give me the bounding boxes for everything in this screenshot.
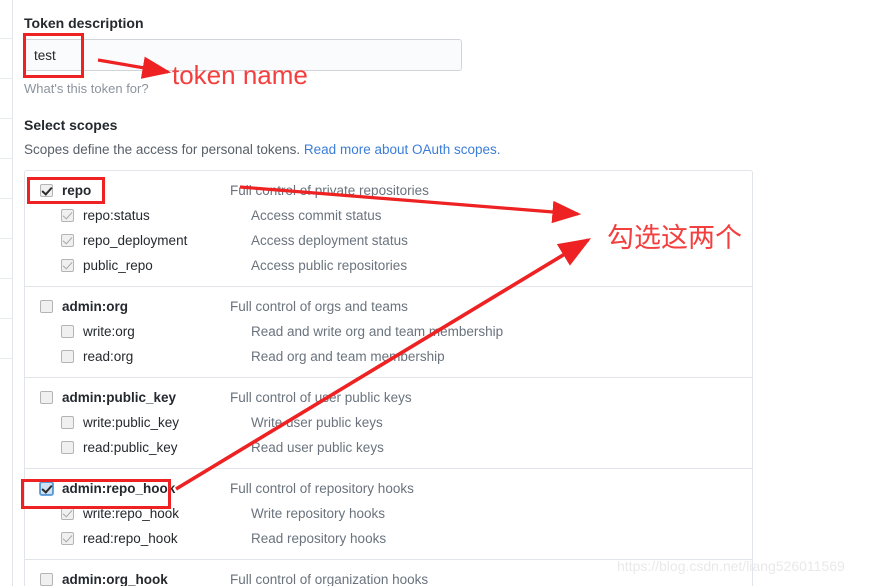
rail-divider bbox=[0, 358, 13, 359]
scope-name-label: admin:org_hook bbox=[62, 572, 230, 586]
scope-row-public_repo[interactable]: public_repoAccess public repositories bbox=[25, 253, 752, 278]
scope-name-label: repo_deployment bbox=[83, 233, 251, 248]
scope-description-label: Full control of orgs and teams bbox=[230, 299, 408, 314]
scope-row-read:org[interactable]: read:orgRead org and team membership bbox=[25, 344, 752, 369]
scope-row-admin:org[interactable]: admin:orgFull control of orgs and teams bbox=[25, 294, 752, 319]
checkbox-admin:org_hook[interactable] bbox=[40, 573, 53, 586]
checkbox-write:repo_hook[interactable] bbox=[61, 507, 74, 520]
scope-row-read:repo_hook[interactable]: read:repo_hookRead repository hooks bbox=[25, 526, 752, 551]
checkbox-public_repo[interactable] bbox=[61, 259, 74, 272]
scope-description-label: Full control of repository hooks bbox=[230, 481, 414, 496]
scope-row-write:repo_hook[interactable]: write:repo_hookWrite repository hooks bbox=[25, 501, 752, 526]
checkbox-read:org[interactable] bbox=[61, 350, 74, 363]
rail-divider bbox=[0, 78, 13, 79]
scope-description-label: Write user public keys bbox=[251, 415, 383, 430]
token-description-input[interactable] bbox=[24, 39, 462, 71]
checkbox-admin:org[interactable] bbox=[40, 300, 53, 313]
rail-divider bbox=[0, 38, 13, 39]
scope-group: repoFull control of private repositories… bbox=[25, 171, 752, 287]
scope-name-label: read:public_key bbox=[83, 440, 251, 455]
scope-row-write:public_key[interactable]: write:public_keyWrite user public keys bbox=[25, 410, 752, 435]
select-scopes-heading: Select scopes bbox=[24, 117, 117, 133]
scope-name-label: write:org bbox=[83, 324, 251, 339]
scope-name-label: admin:repo_hook bbox=[62, 481, 230, 496]
checkbox-repo_deployment[interactable] bbox=[61, 234, 74, 247]
scope-name-label: admin:org bbox=[62, 299, 230, 314]
rail-divider bbox=[0, 158, 13, 159]
scope-description-label: Read user public keys bbox=[251, 440, 384, 455]
scope-row-read:public_key[interactable]: read:public_keyRead user public keys bbox=[25, 435, 752, 460]
scope-group: admin:repo_hookFull control of repositor… bbox=[25, 469, 752, 560]
token-description-hint: What's this token for? bbox=[24, 81, 149, 96]
scope-group: admin:public_keyFull control of user pub… bbox=[25, 378, 752, 469]
scope-name-label: public_repo bbox=[83, 258, 251, 273]
checkbox-read:public_key[interactable] bbox=[61, 441, 74, 454]
watermark: https://blog.csdn.net/liang526011569 bbox=[617, 558, 845, 574]
scope-description-label: Read and write org and team membership bbox=[251, 324, 503, 339]
scope-name-label: admin:public_key bbox=[62, 390, 230, 405]
scope-row-repo_deployment[interactable]: repo_deploymentAccess deployment status bbox=[25, 228, 752, 253]
rail-divider bbox=[0, 198, 13, 199]
checkbox-repo:status[interactable] bbox=[61, 209, 74, 222]
scope-description-label: Access public repositories bbox=[251, 258, 407, 273]
scope-row-admin:public_key[interactable]: admin:public_keyFull control of user pub… bbox=[25, 385, 752, 410]
scope-description-label: Access deployment status bbox=[251, 233, 408, 248]
left-sidebar-rail bbox=[0, 0, 13, 586]
scopes-description-text: Scopes define the access for personal to… bbox=[24, 142, 304, 157]
scope-description-label: Full control of organization hooks bbox=[230, 572, 428, 586]
scopes-description: Scopes define the access for personal to… bbox=[24, 142, 501, 157]
rail-divider bbox=[0, 318, 13, 319]
token-form: Token description What's this token for?… bbox=[24, 0, 864, 586]
scope-group: admin:orgFull control of orgs and teamsw… bbox=[25, 287, 752, 378]
token-description-label: Token description bbox=[24, 15, 144, 31]
scope-name-label: read:org bbox=[83, 349, 251, 364]
checkbox-write:org[interactable] bbox=[61, 325, 74, 338]
scope-description-label: Write repository hooks bbox=[251, 506, 385, 521]
rail-divider bbox=[0, 278, 13, 279]
checkbox-repo[interactable] bbox=[40, 184, 53, 197]
scope-description-label: Read repository hooks bbox=[251, 531, 386, 546]
scope-row-admin:repo_hook[interactable]: admin:repo_hookFull control of repositor… bbox=[25, 476, 752, 501]
scopes-panel: repoFull control of private repositories… bbox=[24, 170, 753, 586]
scope-name-label: read:repo_hook bbox=[83, 531, 251, 546]
scope-description-label: Full control of user public keys bbox=[230, 390, 412, 405]
checkbox-write:public_key[interactable] bbox=[61, 416, 74, 429]
checkbox-read:repo_hook[interactable] bbox=[61, 532, 74, 545]
scope-description-label: Access commit status bbox=[251, 208, 382, 223]
scope-name-label: repo bbox=[62, 183, 230, 198]
rail-divider bbox=[0, 118, 13, 119]
checkbox-admin:repo_hook[interactable] bbox=[40, 482, 53, 495]
scope-row-repo[interactable]: repoFull control of private repositories bbox=[25, 178, 752, 203]
scope-description-label: Read org and team membership bbox=[251, 349, 445, 364]
checkbox-admin:public_key[interactable] bbox=[40, 391, 53, 404]
scope-name-label: write:public_key bbox=[83, 415, 251, 430]
oauth-scopes-link[interactable]: Read more about OAuth scopes. bbox=[304, 142, 501, 157]
scope-row-write:org[interactable]: write:orgRead and write org and team mem… bbox=[25, 319, 752, 344]
scope-description-label: Full control of private repositories bbox=[230, 183, 429, 198]
rail-divider bbox=[0, 238, 13, 239]
scope-name-label: repo:status bbox=[83, 208, 251, 223]
scope-name-label: write:repo_hook bbox=[83, 506, 251, 521]
scope-row-repo:status[interactable]: repo:statusAccess commit status bbox=[25, 203, 752, 228]
